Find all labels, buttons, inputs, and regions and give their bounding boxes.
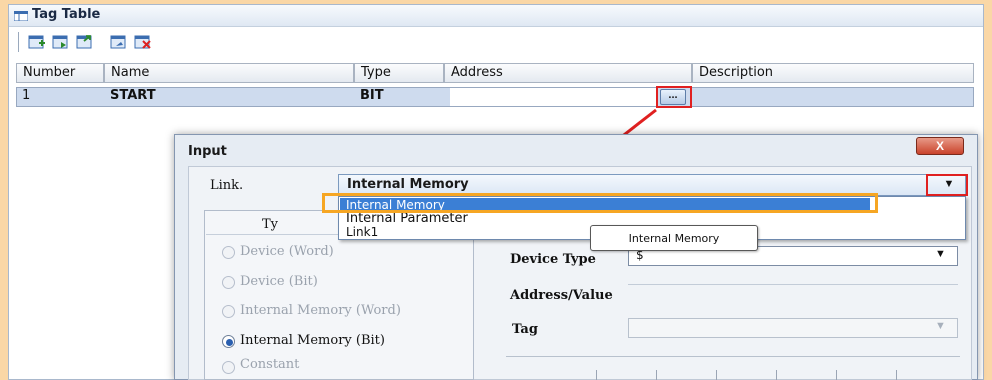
bit-grid-tick — [776, 370, 777, 380]
bit-grid-tick — [656, 370, 657, 380]
table-icon — [14, 11, 28, 21]
toolbar-separator — [18, 32, 19, 52]
radio-device-bit[interactable] — [222, 276, 235, 289]
title-bar — [9, 5, 983, 27]
tag-combobox[interactable] — [628, 318, 958, 338]
selected-option-highlight — [322, 193, 878, 213]
bit-grid-tick — [836, 370, 837, 380]
row-name[interactable]: START — [104, 88, 354, 106]
column-header-type[interactable]: Type — [354, 63, 444, 83]
tag-label: Tag — [512, 322, 538, 337]
export-icon[interactable] — [110, 33, 128, 51]
import-icon[interactable] — [76, 33, 94, 51]
radio-label-device-word: Device (Word) — [240, 244, 334, 259]
link-label: Link. — [210, 178, 244, 193]
row-number: 1 — [22, 88, 31, 103]
dropdown-option-internal-parameter[interactable]: Internal Parameter — [346, 211, 468, 226]
dropdown-arrow-highlight — [926, 174, 968, 196]
row-type[interactable]: BIT — [354, 88, 444, 106]
device-type-label: Device Type — [510, 252, 596, 267]
radio-selected-dot — [226, 339, 233, 346]
link-combobox-value: Internal Memory — [347, 177, 469, 192]
bit-grid-tick — [896, 370, 897, 380]
add-row-icon[interactable] — [28, 33, 46, 51]
insert-row-icon[interactable] — [52, 33, 70, 51]
address-value-label: Address/Value — [510, 288, 613, 303]
address-value-field[interactable] — [628, 284, 958, 285]
radio-device-word[interactable] — [222, 246, 235, 259]
radio-label-constant: Constant — [240, 357, 300, 372]
column-header-name[interactable]: Name — [104, 63, 354, 83]
type-group-title: Ty — [262, 217, 279, 232]
tag-chevron-icon[interactable]: ▼ — [935, 320, 946, 332]
bit-grid-border — [506, 356, 960, 357]
dropdown-option-link1[interactable]: Link1 — [346, 225, 378, 239]
dialog-title: Input — [188, 144, 227, 159]
delete-row-icon[interactable] — [134, 33, 152, 51]
bit-grid-tick — [716, 370, 717, 380]
column-header-number[interactable]: Number — [16, 63, 104, 83]
radio-label-internal-memory-word: Internal Memory (Word) — [240, 303, 401, 318]
tooltip: Internal Memory — [590, 225, 758, 251]
radio-label-device-bit: Device (Bit) — [240, 274, 318, 289]
column-header-address[interactable]: Address — [444, 63, 692, 83]
device-type-chevron-icon[interactable]: ▼ — [935, 248, 946, 260]
radio-label-internal-memory-bit: Internal Memory (Bit) — [240, 333, 385, 348]
radio-constant[interactable] — [222, 361, 235, 374]
column-header-description[interactable]: Description — [692, 63, 974, 83]
window-title: Tag Table — [32, 7, 101, 22]
dialog-close-button[interactable]: X — [916, 137, 964, 155]
radio-internal-memory-word[interactable] — [222, 305, 235, 318]
bit-grid-tick — [596, 370, 597, 380]
